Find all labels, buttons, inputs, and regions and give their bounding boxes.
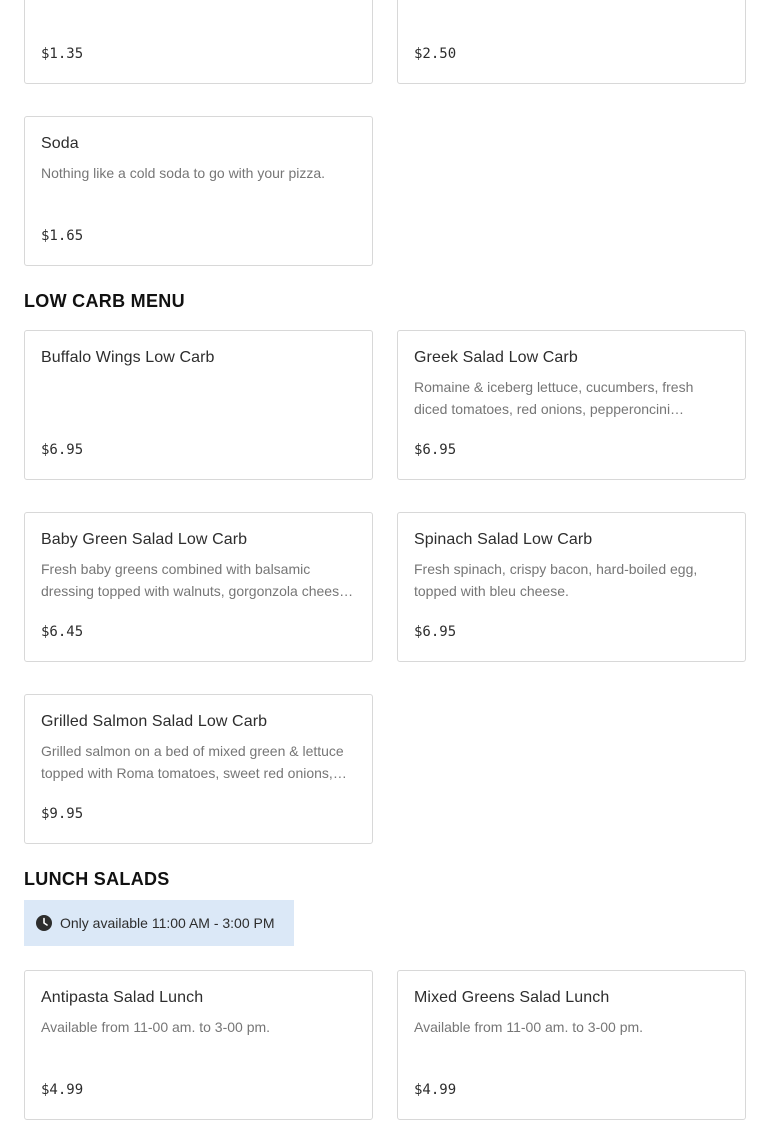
menu-item-name: Soda xyxy=(41,135,79,152)
clock-icon xyxy=(36,915,52,931)
menu-item-name: Greek Salad Low Carb xyxy=(414,349,578,366)
menu-item-price: $6.95 xyxy=(41,442,84,458)
menu-item-price: $6.95 xyxy=(414,442,457,458)
menu-item-card[interactable]: Antipasta Salad Lunch Available from 11-… xyxy=(24,970,373,1120)
menu-item-price: $1.65 xyxy=(41,228,84,244)
menu-item-card-soda[interactable]: Soda Nothing like a cold soda to go with… xyxy=(24,116,373,266)
menu-item-description: Romaine & iceberg lettuce, cucumbers, fr… xyxy=(414,379,694,417)
menu-item-description: Fresh spinach, crispy bacon, hard-boiled… xyxy=(414,561,698,599)
menu-item-price: $2.50 xyxy=(414,46,457,62)
menu-item-price: $6.95 xyxy=(414,624,457,640)
menu-item-description: Grilled salmon on a bed of mixed green &… xyxy=(41,743,347,781)
menu-item-card[interactable]: Buffalo Wings Low Carb $6.95 xyxy=(24,330,373,480)
menu-item-description: Nothing like a cold soda to go with your… xyxy=(41,165,326,181)
menu-item-price: $1.35 xyxy=(41,46,84,62)
menu-item-card[interactable]: Mixed Greens Salad Lunch Available from … xyxy=(397,970,746,1120)
menu-item-card[interactable]: Grilled Salmon Salad Low Carb Grilled sa… xyxy=(24,694,373,844)
menu-item-price: $4.99 xyxy=(41,1082,84,1098)
menu-item-name: Grilled Salmon Salad Low Carb xyxy=(41,713,268,730)
menu-item-price: $6.45 xyxy=(41,624,84,640)
menu-item-card[interactable]: Spinach Salad Low Carb Fresh spinach, cr… xyxy=(397,512,746,662)
menu-item-price: $4.99 xyxy=(414,1082,457,1098)
menu-item-card[interactable]: $1.35 xyxy=(24,0,373,84)
section-title-low-carb: LOW CARB MENU xyxy=(24,291,185,311)
section-title-lunch-salads: LUNCH SALADS xyxy=(24,869,170,889)
menu-item-name: Buffalo Wings Low Carb xyxy=(41,349,215,366)
availability-text: Only available 11:00 AM - 3:00 PM xyxy=(60,915,275,931)
menu-item-name: Spinach Salad Low Carb xyxy=(414,531,593,548)
menu-item-name: Baby Green Salad Low Carb xyxy=(41,531,248,548)
menu-item-description: Fresh baby greens combined with balsamic… xyxy=(41,561,354,599)
menu-item-card[interactable]: Baby Green Salad Low Carb Fresh baby gre… xyxy=(24,512,373,662)
menu-item-card[interactable]: $2.50 xyxy=(397,0,746,84)
menu-item-price: $9.95 xyxy=(41,806,84,822)
menu-item-description: Available from 11-00 am. to 3-00 pm. xyxy=(414,1019,644,1035)
menu-item-name: Mixed Greens Salad Lunch xyxy=(414,989,610,1006)
availability-notice: Only available 11:00 AM - 3:00 PM xyxy=(24,900,294,946)
menu-item-name: Antipasta Salad Lunch xyxy=(41,989,204,1006)
menu-item-description: Available from 11-00 am. to 3-00 pm. xyxy=(41,1019,271,1035)
menu-item-card[interactable]: Greek Salad Low Carb Romaine & iceberg l… xyxy=(397,330,746,480)
